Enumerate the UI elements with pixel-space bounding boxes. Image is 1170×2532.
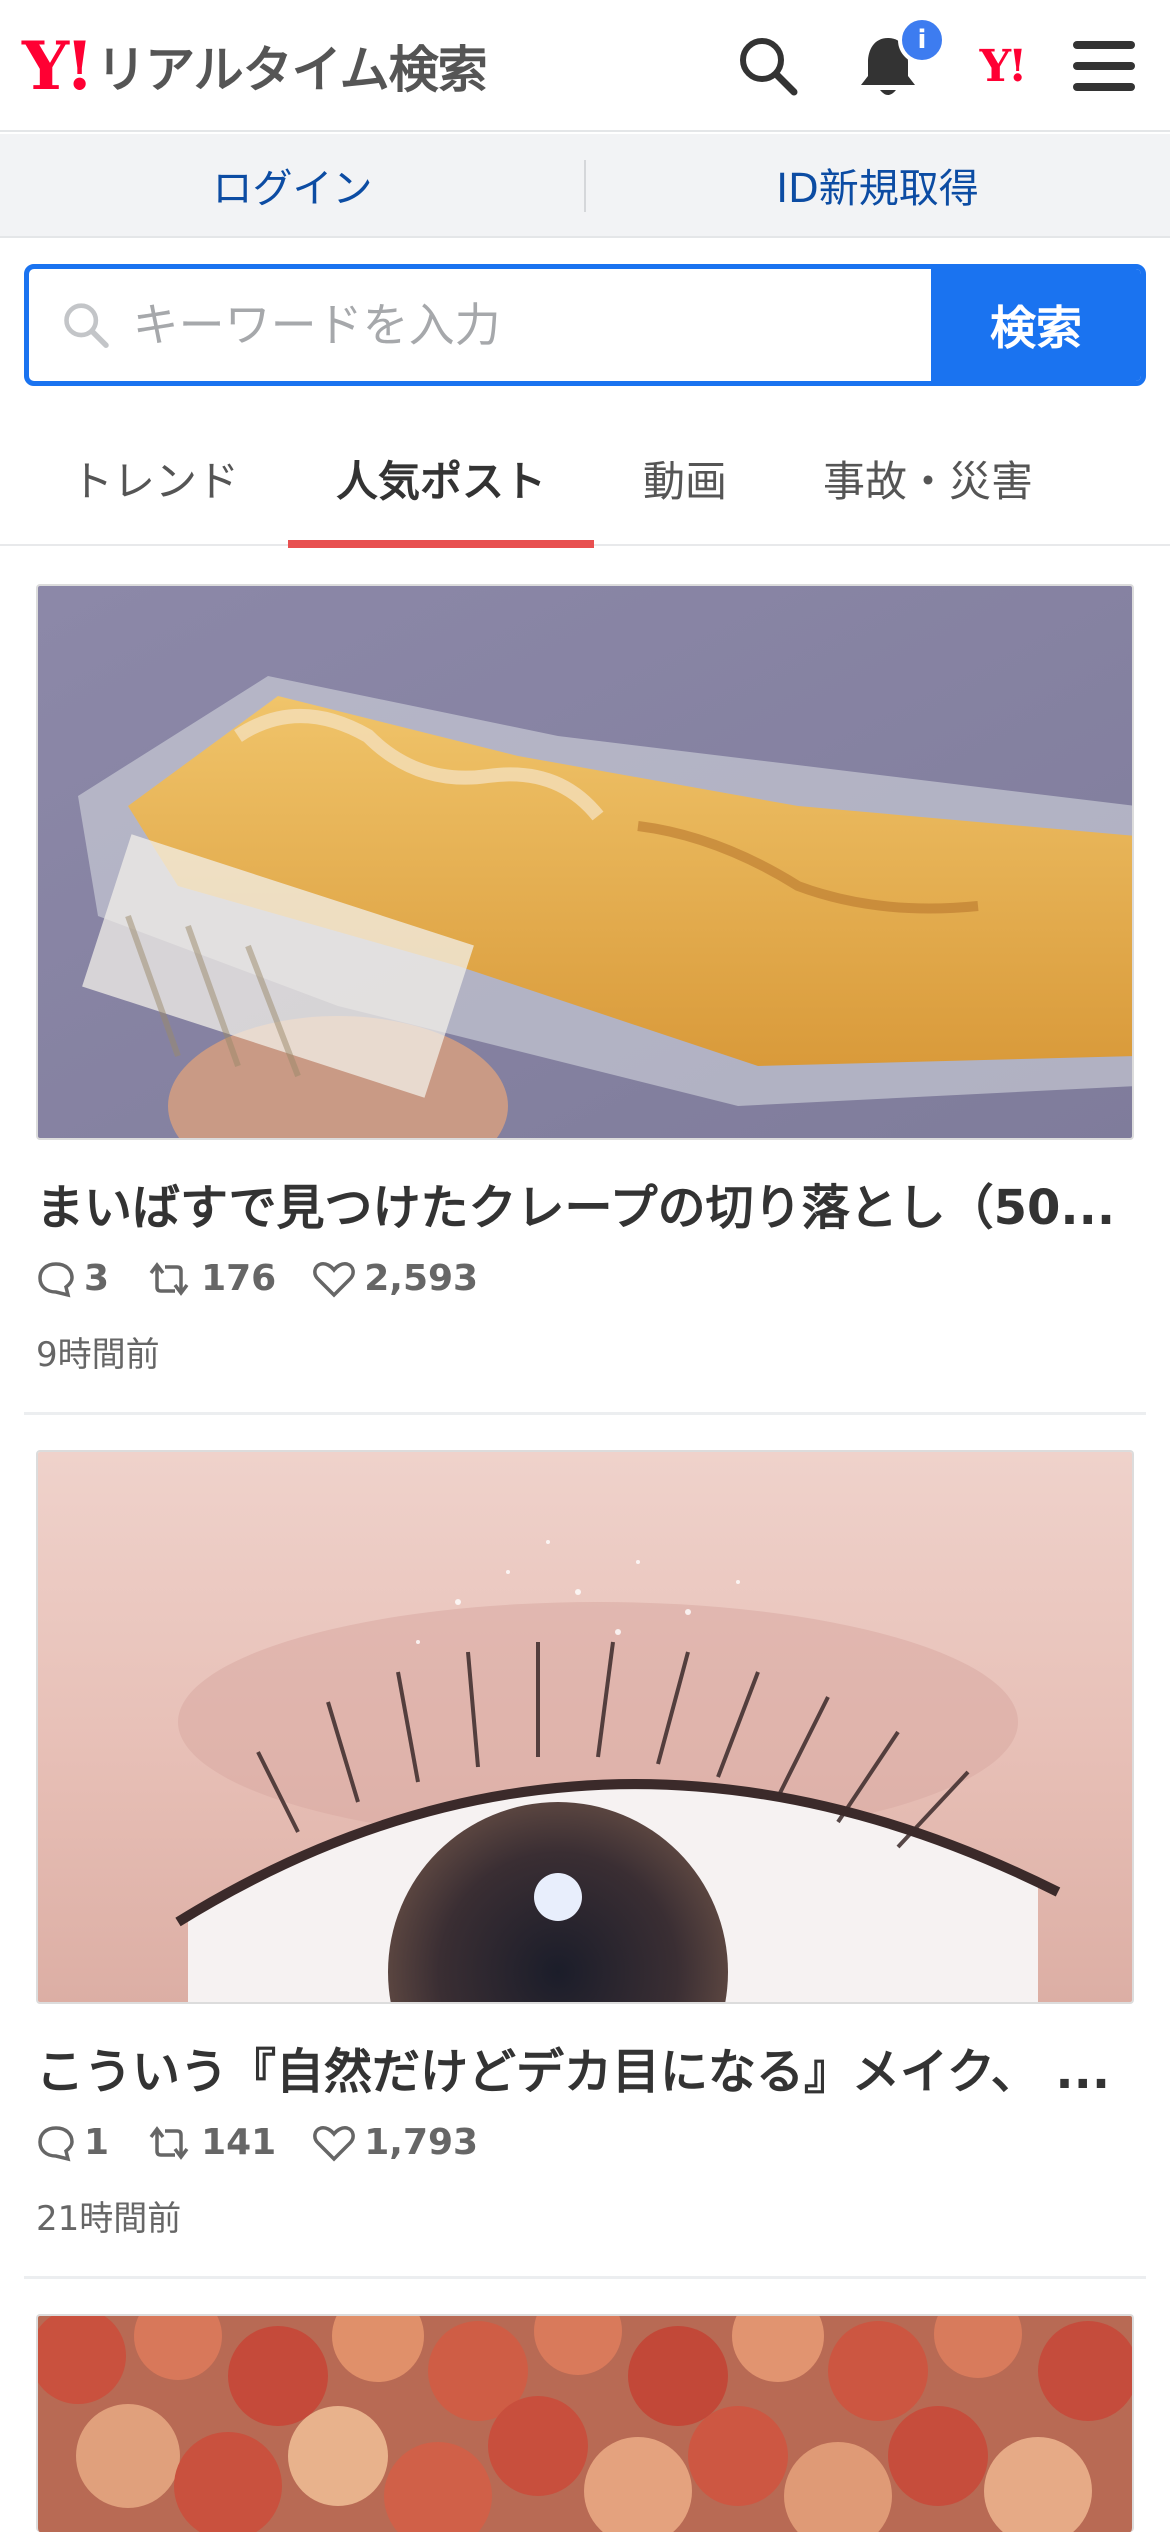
app-header: Y! リアルタイム検索 i Y! (0, 0, 1170, 132)
heart-icon (313, 1261, 356, 1297)
post-card[interactable]: まいばすで見つけたクレープの切り落とし（50... 3 176 2,593 9時… (36, 584, 1134, 1376)
repost-icon (149, 2125, 189, 2160)
reply-icon (38, 1261, 74, 1297)
search-box (29, 269, 931, 381)
tab-accident-disaster[interactable]: 事故・災害 (790, 410, 1066, 546)
post-divider (24, 2276, 1146, 2279)
reply-count[interactable]: 1 (36, 2122, 109, 2163)
post-image[interactable] (36, 1450, 1134, 2004)
tab-popular-posts[interactable]: 人気ポスト (288, 410, 594, 548)
post-title[interactable]: まいばすで見つけたクレープの切り落とし（50... (36, 1168, 1116, 1238)
post-card[interactable] (36, 2314, 1134, 2532)
post-card[interactable]: こういう『自然だけどデカ目になる』メイク、 ... 1 141 1,793 21… (36, 1450, 1134, 2240)
post-time: 21時間前 (36, 2199, 182, 2239)
post-divider (24, 1412, 1146, 1415)
login-link[interactable]: ログイン (0, 134, 585, 236)
search-button[interactable]: 検索 (931, 269, 1141, 381)
tab-trend[interactable]: トレンド (40, 410, 270, 546)
heart-icon (313, 2125, 356, 2161)
tab-bar: トレンド 人気ポスト 動画 事故・災害 (0, 410, 1170, 548)
signup-link[interactable]: ID新規取得 (585, 134, 1170, 236)
repost-count-value: 176 (201, 1258, 277, 1299)
login-separator (584, 160, 586, 212)
post-stats: 1 141 1,793 (36, 2122, 1134, 2163)
post-image[interactable] (36, 584, 1134, 1140)
like-count[interactable]: 1,793 (312, 2122, 478, 2163)
post-title[interactable]: こういう『自然だけどデカ目になる』メイク、 ... (36, 2032, 1116, 2102)
like-count[interactable]: 2,593 (312, 1258, 478, 1299)
tab-video[interactable]: 動画 (610, 410, 760, 546)
logo-text: リアルタイム検索 (96, 41, 487, 99)
post-stats: 3 176 2,593 (36, 1258, 1134, 1299)
repost-icon (149, 1261, 189, 1296)
reply-count-value: 3 (84, 1258, 110, 1299)
yahoo-realtime-logo[interactable]: Y! リアルタイム検索 (22, 27, 488, 105)
repost-count-value: 141 (201, 2122, 277, 2163)
search-form: 検索 (24, 264, 1146, 386)
reply-count-value: 1 (84, 2122, 110, 2163)
search-input[interactable] (132, 298, 931, 352)
reply-count[interactable]: 3 (36, 1258, 109, 1299)
search-field-icon (64, 303, 109, 348)
hamburger-menu-icon[interactable] (1064, 26, 1144, 106)
logo-mark: Y! (22, 27, 94, 105)
post-image[interactable] (36, 2314, 1134, 2532)
post-time: 9時間前 (36, 1335, 160, 1375)
notification-badge: i (898, 16, 946, 64)
search-icon[interactable] (728, 26, 808, 106)
repost-count[interactable]: 141 (145, 2122, 276, 2163)
reply-icon (38, 2125, 74, 2161)
login-bar: ログイン ID新規取得 (0, 134, 1170, 238)
yj-mark: Y! (979, 40, 1028, 92)
like-count-value: 2,593 (364, 1258, 479, 1299)
yahoo-japan-icon[interactable]: Y! (962, 26, 1042, 106)
like-count-value: 1,793 (364, 2122, 479, 2163)
repost-count[interactable]: 176 (145, 1258, 276, 1299)
